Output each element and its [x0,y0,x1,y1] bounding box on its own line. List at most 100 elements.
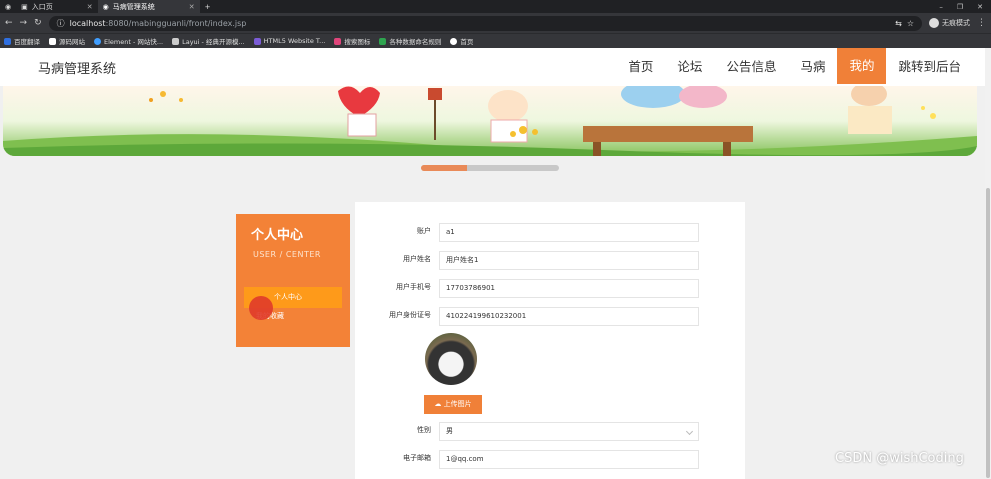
web-page: 马病管理系统 首页 论坛 公告信息 马病 我的 跳转到后台 个人中心 USER … [0,48,991,479]
url-field[interactable]: ⓘ localhost:8080/mabingguanli/front/inde… [48,15,922,31]
banner-illustration [3,86,977,156]
incognito-profile[interactable]: 无痕模式 [929,18,970,28]
tab-title: 马病管理系统 [112,2,155,11]
close-window-icon[interactable]: ✕ [977,3,983,11]
carousel-indicator[interactable] [421,165,559,171]
bookmark-item[interactable]: 首页 [450,36,473,46]
bookmarks-bar: 百度翻译 源码网站 Element - 网站快... Layui - 经典开源模… [0,33,991,48]
browser-tab-entry[interactable]: ▣ 入口页 ✕ [16,0,98,13]
menu-item-notice[interactable]: 公告信息 [714,48,788,86]
banner-carousel-image[interactable] [3,86,977,156]
user-center-sidebar: 个人中心 USER / CENTER 个人中心 我的收藏 [236,214,350,347]
id-card-field[interactable]: 410224199610232001 [439,307,699,326]
site-brand[interactable]: 马病管理系统 [38,58,116,77]
bookmark-item[interactable]: Layui - 经典开源模... [172,36,245,46]
field-label: 电子邮箱 [403,454,431,462]
bookmark-label: HTML5 Website T... [263,37,326,45]
page-scrollbar[interactable] [985,48,991,479]
bookmark-label: Element - 网站快... [104,38,164,46]
url-host: localhost [69,18,106,28]
gender-select[interactable]: 男 [439,422,699,441]
menu-item-horse-disease[interactable]: 马病 [788,48,837,86]
close-tab-icon[interactable]: ✕ [87,3,93,11]
field-label: 性别 [417,426,431,434]
menu-item-forum[interactable]: 论坛 [665,48,714,86]
info-icon: ⓘ [56,18,65,28]
reload-icon[interactable]: ↻ [34,18,42,28]
upload-image-button[interactable]: ☁ 上传图片 [424,395,482,414]
menu-dots-icon[interactable]: ⋮ [977,18,986,28]
menu-item-admin[interactable]: 跳转到后台 [886,48,973,86]
field-label: 用户身份证号 [389,311,431,319]
bookmark-icon [172,37,180,45]
window-controls: – ❐ ✕ [939,3,991,11]
form-row-gender: 性别 男 [355,422,745,441]
profile-label: 无痕模式 [942,19,970,27]
top-navbar: 马病管理系统 首页 论坛 公告信息 马病 我的 跳转到后台 [0,48,991,86]
sidebar-subtitle: USER / CENTER [253,250,321,259]
page-icon: ▣ [21,2,28,11]
bookmark-label: 搜索图标 [344,38,371,46]
form-row-name: 用户姓名 用户姓名1 [355,251,745,270]
incognito-icon [929,18,939,28]
bookmark-label: 首页 [460,38,474,46]
address-bar-row: ← → ↻ ⓘ localhost:8080/mabingguanli/fron… [0,13,991,33]
new-tab-button[interactable]: + [200,0,216,13]
sidebar-title: 个人中心 [251,228,304,243]
url-path: :8080/mabingguanli/front/index.jsp [105,18,247,28]
globe-icon: ◉ [102,2,109,11]
form-row-account: 账户 a1 [355,223,745,242]
translate-icon[interactable]: ⇆ [895,19,902,28]
form-row-idcard: 用户身份证号 410224199610232001 [355,307,745,326]
account-field[interactable]: a1 [439,223,699,242]
field-label: 账户 [417,227,431,235]
forward-icon[interactable]: → [20,18,28,28]
main-menu: 首页 论坛 公告信息 马病 我的 跳转到后台 [616,48,973,86]
avatar-image [425,333,477,385]
bookmark-item[interactable]: Element - 网站快... [94,36,163,46]
bookmark-item[interactable]: 各种数据命名规则 [379,36,441,46]
restore-icon[interactable]: ❐ [957,3,963,11]
email-field[interactable]: 1@qq.com [439,450,699,469]
bookmark-label: Layui - 经典开源模... [182,38,245,46]
phone-field[interactable]: 17703786901 [439,279,699,298]
browser-tab-icon-only[interactable]: ◉ [0,0,16,13]
bookmark-label: 源码网站 [59,38,85,46]
menu-item-home[interactable]: 首页 [616,48,665,86]
menu-item-mine[interactable]: 我的 [837,48,887,84]
bookmark-item[interactable]: HTML5 Website T... [253,37,326,45]
bookmark-icon [450,37,458,45]
carousel-indicator-active[interactable] [421,165,467,171]
bookmark-icon [379,37,387,45]
gender-value: 男 [446,427,453,435]
bookmark-label: 百度翻译 [14,38,40,46]
close-tab-icon[interactable]: ✕ [189,3,195,11]
user-name-field[interactable]: 用户姓名1 [439,251,699,270]
minimize-icon[interactable]: – [939,3,943,11]
cloud-upload-icon: ☁ [434,400,442,408]
field-label: 用户姓名 [403,255,431,263]
bookmark-item[interactable]: 百度翻译 [4,36,40,46]
browser-tab-app[interactable]: ◉ 马病管理系统 ✕ [97,0,200,13]
form-row-email: 电子邮箱 1@qq.com [355,450,745,469]
upload-label: 上传图片 [443,400,472,408]
bookmark-item[interactable]: 搜索图标 [334,36,370,46]
bookmark-label: 各种数据命名规则 [389,38,442,46]
scrollbar-thumb[interactable] [986,188,990,478]
star-icon[interactable]: ☆ [907,19,914,28]
chevron-down-icon [685,427,694,436]
browser-tab-bar: ◉ ▣ 入口页 ✕ ◉ 马病管理系统 ✕ + – ❐ ✕ [0,0,991,13]
globe-icon: ◉ [5,2,12,11]
click-cursor-indicator [249,296,273,320]
bookmark-icon [4,37,11,45]
bookmark-icon [49,37,56,45]
tab-title: 入口页 [31,2,53,11]
form-row-phone: 用户手机号 17703786901 [355,279,745,298]
field-label: 用户手机号 [396,283,431,291]
bookmark-icon [253,37,261,45]
bookmark-icon [94,37,101,45]
watermark: CSDN @wishCoding [835,451,964,466]
bookmark-item[interactable]: 源码网站 [49,36,85,46]
bookmark-icon [334,37,342,45]
back-icon[interactable]: ← [5,18,13,28]
